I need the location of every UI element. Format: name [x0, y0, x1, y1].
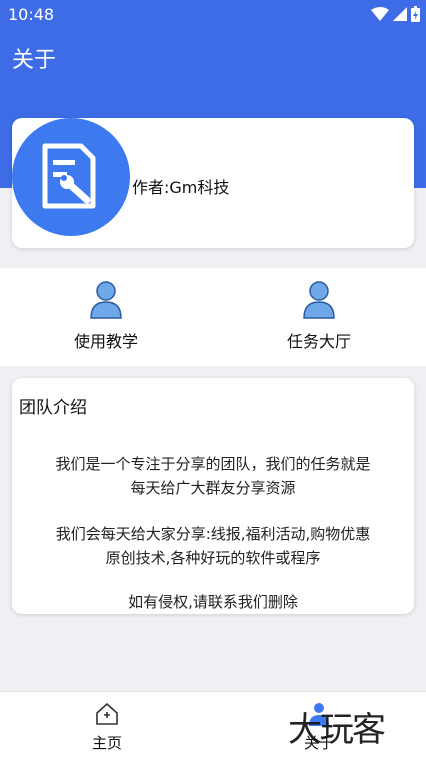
- author-card: 作者:Gm科技: [12, 118, 414, 248]
- page-title: 关于: [12, 48, 57, 73]
- wifi-icon: [371, 7, 389, 21]
- team-intro-paragraph-2: 我们会每天给大家分享:线报,福利活动,购物优惠 原创技术,各种好玩的软件或程序: [12, 522, 414, 570]
- tutorial-label: 使用教学: [73, 332, 138, 351]
- team-intro-title: 团队介绍: [19, 398, 87, 418]
- nav-home-label: 主页: [91, 734, 122, 752]
- watermark: 大玩客: [288, 710, 386, 750]
- menu-row: 使用教学 任务大厅: [0, 268, 426, 366]
- paragraph-line: 如有侵权,请联系我们删除: [128, 593, 298, 611]
- status-time: 10:48: [8, 5, 55, 24]
- team-intro-paragraph-3: 如有侵权,请联系我们删除: [12, 590, 414, 614]
- user-icon: [90, 281, 122, 319]
- home-icon: [96, 703, 118, 725]
- team-intro-paragraph-1: 我们是一个专注于分享的团队，我们的任务就是 每天给广大群友分享资源: [12, 452, 414, 500]
- document-wrench-icon: [42, 143, 96, 209]
- nav-home[interactable]: 主页: [62, 702, 152, 753]
- paragraph-line: 我们会每天给大家分享:线报,福利活动,购物优惠: [55, 525, 371, 543]
- avatar: [12, 118, 130, 236]
- paragraph-line: 每天给广大群友分享资源: [130, 479, 296, 497]
- status-bar: 10:48: [0, 0, 426, 30]
- status-icons: [371, 6, 420, 22]
- task-hall-label: 任务大厅: [286, 332, 351, 351]
- author-label: 作者:Gm科技: [132, 178, 230, 197]
- task-hall-button[interactable]: 任务大厅: [259, 280, 379, 352]
- team-intro-card[interactable]: 团队介绍 我们是一个专注于分享的团队，我们的任务就是 每天给广大群友分享资源 我…: [12, 378, 414, 614]
- paragraph-line: 我们是一个专注于分享的团队，我们的任务就是: [55, 455, 371, 473]
- tutorial-button[interactable]: 使用教学: [46, 280, 166, 352]
- paragraph-line: 原创技术,各种好玩的软件或程序: [105, 549, 321, 567]
- battery-icon: [411, 6, 420, 22]
- signal-icon: [393, 7, 407, 21]
- user-icon: [303, 281, 335, 319]
